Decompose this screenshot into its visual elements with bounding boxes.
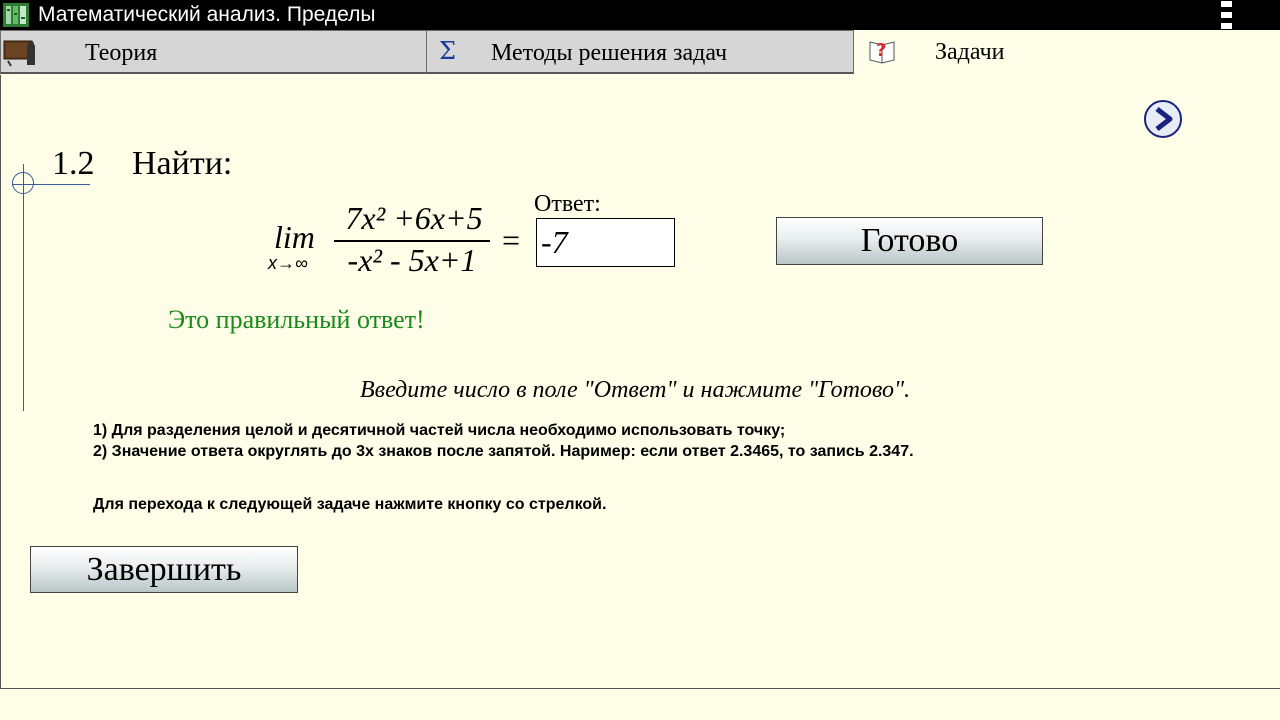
tab-methods-label: Методы решения задач [491, 40, 728, 66]
svg-text:Σ: Σ [439, 37, 456, 65]
ready-button[interactable]: Готово [776, 217, 1043, 265]
note-rounding: 2) Значение ответа округлять до 3х знако… [93, 443, 914, 460]
next-arrow-button[interactable] [1143, 99, 1183, 139]
fraction-denominator: -x² - 5x+1 [347, 242, 477, 278]
app-icon [3, 3, 29, 27]
fraction-numerator: 7x² +6x+5 [345, 200, 483, 236]
answer-input[interactable] [536, 218, 675, 267]
tab-problems-label: Задачи [935, 39, 1005, 65]
note-decimal-separator: 1) Для разделения целой и десятичной час… [93, 422, 786, 439]
menu-icon[interactable] [1219, 1, 1235, 29]
equals-sign: = [502, 222, 521, 258]
feedback-message: Это правильный ответ! [168, 305, 425, 334]
tab-problems[interactable]: ? Задачи [854, 30, 1280, 74]
tab-theory[interactable]: Теория [0, 30, 427, 74]
sigma-icon: Σ [439, 37, 456, 65]
tab-bar: Теория Σ Методы решения задач ? Задачи [0, 30, 1280, 76]
instruction-text: Введите число в поле "Ответ" и нажмите "… [360, 377, 911, 403]
svg-text:?: ? [876, 40, 886, 61]
limit-symbol: lim [274, 219, 315, 255]
tab-theory-label: Теория [85, 40, 158, 66]
problem-number: 1.2 [52, 145, 95, 182]
teacher-board-icon [3, 40, 35, 67]
answer-label: Ответ: [534, 191, 601, 217]
crosshair-decoration [12, 172, 34, 194]
finish-button[interactable]: Завершить [30, 546, 298, 593]
window-title: Математический анализ. Пределы [38, 3, 376, 26]
problem-title: Найти: [132, 145, 233, 182]
tab-methods[interactable]: Σ Методы решения задач [426, 30, 854, 74]
limit-subscript: x→∞ [268, 253, 308, 273]
question-book-icon: ? [869, 40, 895, 64]
note-next-task: Для перехода к следующей задаче нажмите … [93, 496, 607, 513]
crosshair-decoration [23, 164, 24, 411]
title-bar: Математический анализ. Пределы [0, 0, 1280, 30]
